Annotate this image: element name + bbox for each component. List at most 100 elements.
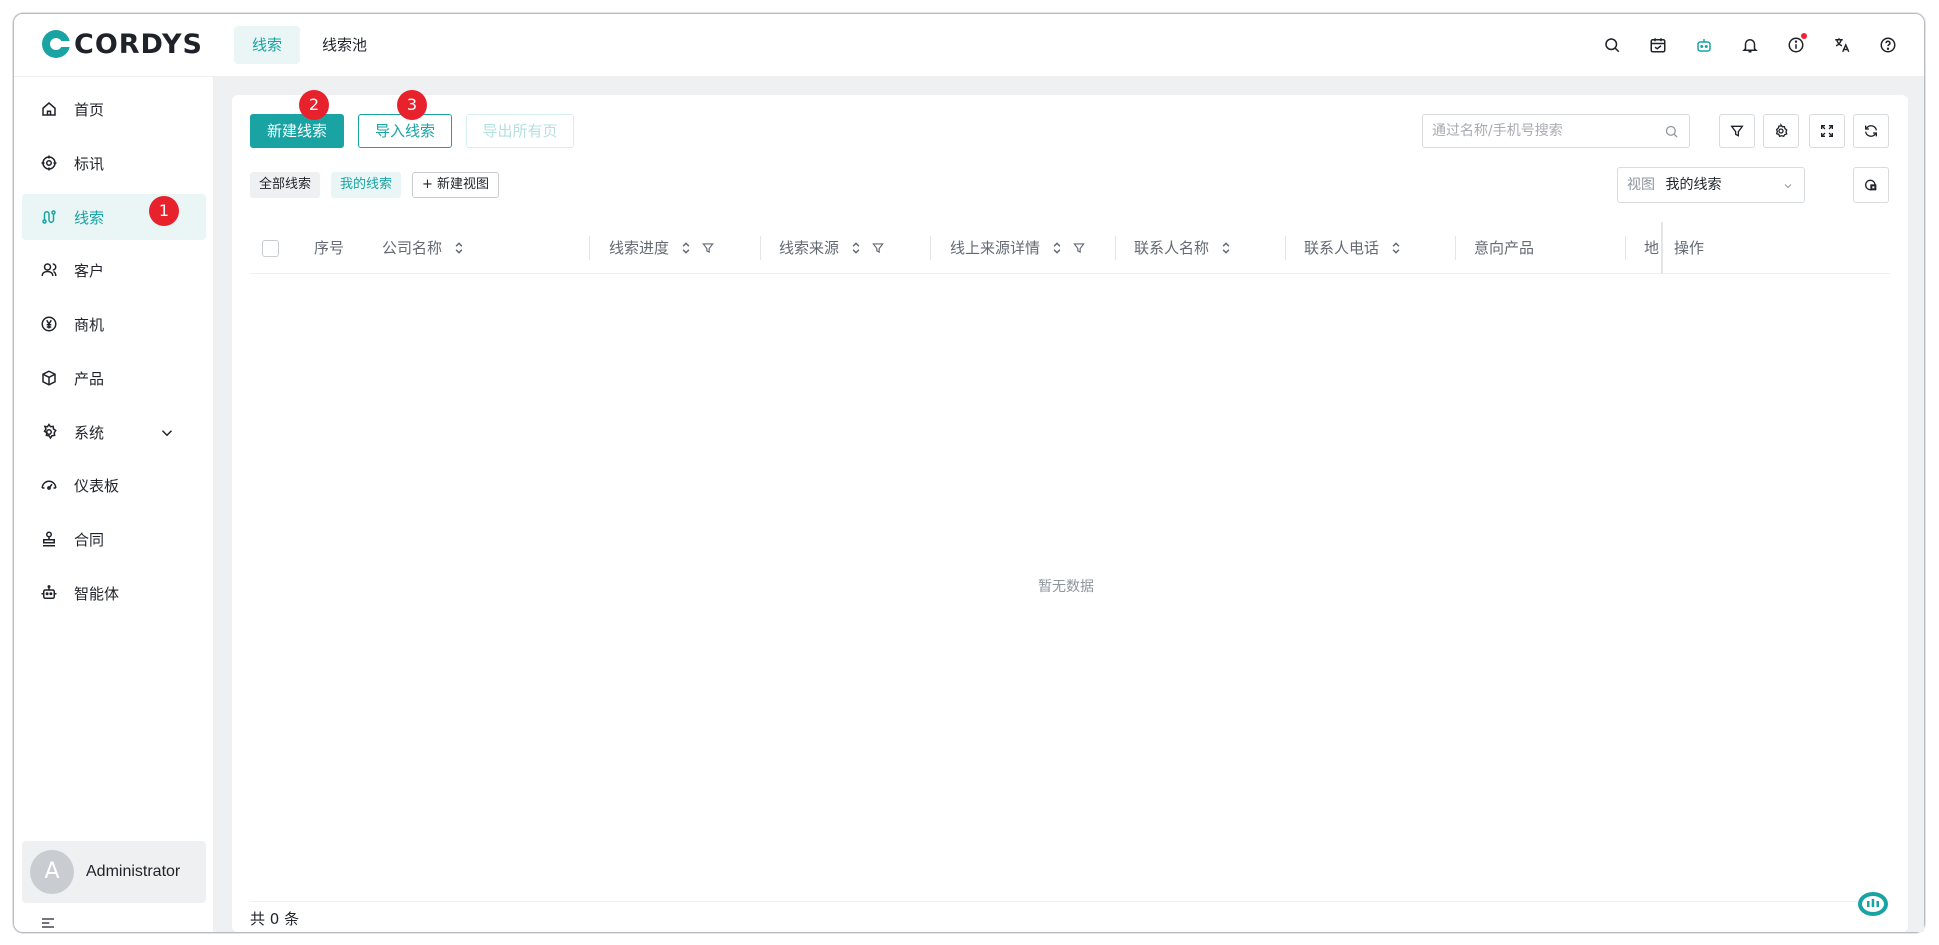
filter-icon[interactable] <box>1072 241 1086 255</box>
column-divider <box>1661 222 1663 274</box>
sidebar-item-customers[interactable]: 客户 <box>22 247 206 293</box>
import-lead-button[interactable]: 导入线索 <box>358 114 452 148</box>
column-header-contact-name[interactable]: 联系人名称 <box>1134 222 1233 274</box>
logo[interactable]: CORDYS <box>42 28 203 60</box>
info-icon[interactable] <box>1782 31 1810 59</box>
new-lead-button[interactable]: 新建线索 <box>250 114 344 148</box>
content-card <box>232 95 1908 932</box>
sidebar-item-opportunities[interactable]: 商机 <box>22 301 206 347</box>
search-box <box>1422 114 1690 148</box>
sidebar-item-label: 商机 <box>74 315 105 334</box>
column-header-progress[interactable]: 线索进度 <box>609 222 715 274</box>
view-manage-button[interactable] <box>1853 167 1889 203</box>
sidebar-item-system[interactable]: 系统 <box>22 409 206 455</box>
new-view-label: 新建视图 <box>437 177 490 192</box>
sidebar-item-label: 合同 <box>74 530 105 549</box>
yen-icon <box>41 316 57 332</box>
column-header-address: 地 <box>1644 239 1660 257</box>
sidebar-item-products[interactable]: 产品 <box>22 355 206 401</box>
view-tag-my-leads[interactable]: 我的线索 <box>331 172 402 198</box>
select-all-checkbox[interactable] <box>262 240 279 257</box>
tab-leads[interactable]: 线索 <box>234 26 301 64</box>
column-header-index: 序号 <box>314 239 345 257</box>
chevron-down-icon[interactable] <box>158 424 176 442</box>
lead-icon <box>42 210 56 224</box>
top-header: CORDYS 线索 线索池 <box>14 14 1924 77</box>
help-icon[interactable] <box>1874 31 1902 59</box>
box-icon <box>42 370 56 386</box>
new-view-button[interactable]: + 新建视图 <box>412 172 500 198</box>
customer-icon <box>41 263 57 277</box>
logo-text: CORDYS <box>74 28 204 60</box>
stamp-icon <box>43 531 55 547</box>
filter-button[interactable] <box>1719 114 1755 148</box>
table-header: 序号 公司名称 线索进度 线索来源 线上来源详情 联系人名称 联系人电话 意向产… <box>250 222 1890 274</box>
translate-icon[interactable] <box>1828 31 1856 59</box>
user-profile[interactable]: A Administrator <box>22 841 206 903</box>
sidebar-item-label: 系统 <box>74 423 105 442</box>
view-tag-all-leads[interactable]: 全部线索 <box>250 172 321 198</box>
dashboard-icon <box>41 480 57 490</box>
settings-button[interactable] <box>1763 114 1799 148</box>
column-header-product: 意向产品 <box>1474 239 1535 257</box>
sidebar-item-agents[interactable]: 智能体 <box>22 570 206 616</box>
avatar: A <box>30 850 74 894</box>
sidebar-item-home[interactable]: 首页 <box>22 86 206 132</box>
filter-icon[interactable] <box>701 241 715 255</box>
tab-lead-pool[interactable]: 线索池 <box>304 26 385 64</box>
sort-icon[interactable] <box>1050 241 1064 255</box>
sort-icon[interactable] <box>849 241 863 255</box>
gear-icon <box>43 423 57 440</box>
gear-icon <box>1775 123 1788 138</box>
sidebar-item-dashboard[interactable]: 仪表板 <box>22 462 206 508</box>
view-select-value: 我的线索 <box>1665 177 1722 193</box>
home-icon <box>42 102 56 116</box>
export-all-button[interactable]: 导出所有页 <box>466 114 574 148</box>
sidebar-item-label: 仪表板 <box>74 476 120 495</box>
sort-icon[interactable] <box>452 241 466 255</box>
header-icons <box>1580 31 1902 59</box>
collapse-sidebar-icon[interactable] <box>40 915 56 931</box>
view-settings-icon <box>1865 179 1877 191</box>
user-name: Administrator <box>86 863 181 880</box>
filter-icon <box>1730 125 1744 137</box>
sort-icon[interactable] <box>679 241 693 255</box>
view-select[interactable]: 视图 我的线索 <box>1617 167 1805 203</box>
sort-icon[interactable] <box>1389 241 1403 255</box>
sidebar-item-label: 标讯 <box>74 154 105 173</box>
plus-icon: + <box>422 177 438 192</box>
sidebar-item-leads[interactable]: 线索 <box>22 194 206 240</box>
sidebar-item-label: 智能体 <box>74 584 120 603</box>
assistant-bot-icon[interactable] <box>1856 889 1890 919</box>
notification-dot <box>1801 33 1807 39</box>
column-header-contact-phone[interactable]: 联系人电话 <box>1304 222 1403 274</box>
bell-icon[interactable] <box>1736 31 1764 59</box>
fullscreen-button[interactable] <box>1809 114 1845 148</box>
sidebar-item-label: 首页 <box>74 100 105 119</box>
logo-icon <box>42 30 70 58</box>
sidebar-item-label: 线索 <box>74 208 105 227</box>
sidebar-item-bidding[interactable]: 标讯 <box>22 140 206 186</box>
column-header-actions: 操作 <box>1674 239 1705 257</box>
sidebar-item-contracts[interactable]: 合同 <box>22 516 206 562</box>
robot-icon[interactable] <box>1690 31 1718 59</box>
refresh-icon <box>1865 125 1877 137</box>
search-input[interactable] <box>1432 115 1652 147</box>
target-icon <box>41 155 57 171</box>
empty-state-text: 暂无数据 <box>1038 579 1094 595</box>
sort-icon[interactable] <box>1219 241 1233 255</box>
sidebar: 首页 标讯 线索 客户 商机 产品 系统 仪表板 合同 智能体 A Admini… <box>14 77 214 932</box>
refresh-button[interactable] <box>1853 114 1889 148</box>
total-count: 共 0 条 <box>250 910 300 928</box>
step-badge-2: 2 <box>299 90 329 120</box>
sidebar-item-label: 产品 <box>74 369 105 388</box>
search-icon[interactable] <box>1598 31 1626 59</box>
column-header-company[interactable]: 公司名称 <box>382 222 466 274</box>
filter-icon[interactable] <box>871 241 885 255</box>
column-header-online-source[interactable]: 线上来源详情 <box>950 222 1086 274</box>
chevron-down-icon <box>1784 184 1792 189</box>
search-icon[interactable] <box>1664 124 1679 139</box>
calendar-icon[interactable] <box>1644 31 1672 59</box>
top-tabs: 线索 线索池 <box>234 26 389 64</box>
column-header-source[interactable]: 线索来源 <box>779 222 885 274</box>
